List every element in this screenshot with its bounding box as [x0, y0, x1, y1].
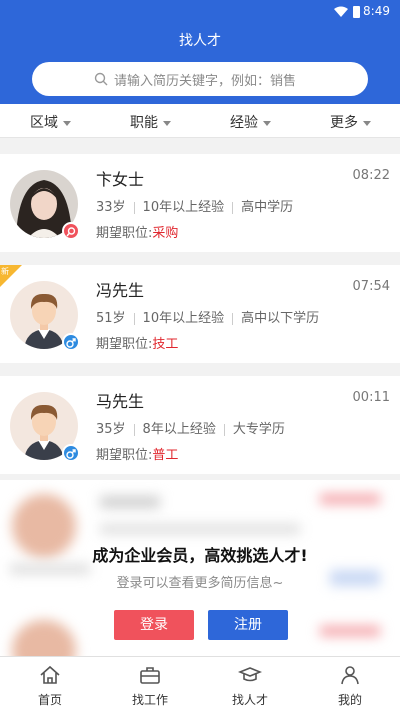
- age: 35岁: [96, 422, 126, 437]
- candidate-name: 卞女士: [96, 170, 145, 189]
- header: 找人才 请输入简历关键字，例如：销售: [0, 24, 400, 104]
- search-icon: [94, 72, 108, 86]
- education: 高中学历: [241, 200, 294, 215]
- chevron-down-icon: [163, 120, 171, 126]
- experience: 8年以上经验: [142, 422, 216, 437]
- filter-label: 区域: [30, 115, 58, 131]
- tab-find-talent[interactable]: 找人才: [200, 657, 300, 710]
- wifi-icon: [334, 6, 348, 17]
- bottom-tab-bar: 首页 找工作 找人才 我的: [0, 656, 400, 710]
- chevron-down-icon: [363, 120, 371, 126]
- battery-icon: [353, 6, 360, 18]
- tab-label: 首页: [37, 693, 62, 707]
- member-cta-title: 成为企业会员，高效挑选人才!: [92, 546, 308, 565]
- user-icon: [341, 666, 359, 685]
- expected-position-value: 采购: [152, 226, 179, 241]
- expected-position-label: 期望职位:: [96, 448, 153, 463]
- expected-position-value: 技工: [152, 337, 179, 352]
- search-placeholder: 请输入简历关键字，例如：销售: [114, 74, 297, 89]
- tab-find-job[interactable]: 找工作: [100, 657, 200, 710]
- expected-position-value: 普工: [152, 448, 179, 463]
- resume-card[interactable]: 新 冯先生 07:54 51岁 10年以上经验 高中以下学历 期望职位:技工: [0, 265, 400, 363]
- filter-function[interactable]: 职能: [130, 112, 171, 132]
- new-tag-label: 新: [1, 267, 9, 276]
- education: 高中以下学历: [241, 311, 320, 326]
- graduation-cap-icon: [237, 667, 263, 682]
- tab-label: 找人才: [231, 693, 268, 707]
- tab-label: 我的: [337, 693, 362, 707]
- chevron-down-icon: [63, 120, 71, 126]
- expected-position: 期望职位:技工: [96, 333, 178, 352]
- update-time: 08:22: [352, 168, 390, 183]
- divider: [232, 312, 234, 325]
- experience: 10年以上经验: [142, 200, 225, 215]
- register-button[interactable]: 注册: [208, 610, 288, 640]
- tab-home[interactable]: 首页: [0, 657, 100, 710]
- home-icon: [40, 665, 60, 684]
- candidate-meta: 35岁 8年以上经验 大专学历: [96, 418, 285, 437]
- page-title: 找人才: [179, 33, 221, 49]
- expected-position-label: 期望职位:: [96, 337, 153, 352]
- expected-position-label: 期望职位:: [96, 226, 153, 241]
- filter-region[interactable]: 区域: [30, 112, 71, 132]
- candidate-name: 马先生: [96, 392, 145, 411]
- status-time: 8:49: [363, 4, 390, 18]
- tab-mine[interactable]: 我的: [300, 657, 400, 710]
- filter-label: 更多: [330, 115, 358, 131]
- resume-card[interactable]: 卞女士 08:22 33岁 10年以上经验 高中学历 期望职位:采购: [0, 154, 400, 252]
- filter-experience[interactable]: 经验: [230, 112, 271, 132]
- briefcase-icon: [140, 667, 160, 684]
- candidate-meta: 33岁 10年以上经验 高中学历: [96, 196, 293, 215]
- search-badge-icon: [62, 222, 80, 240]
- divider: [232, 201, 234, 214]
- update-time: 00:11: [352, 390, 390, 405]
- filter-label: 职能: [130, 115, 158, 131]
- filter-bar: 区域 职能 经验 更多: [0, 104, 400, 138]
- divider: [133, 312, 135, 325]
- age: 51岁: [96, 311, 126, 326]
- expected-position: 期望职位:普工: [96, 444, 178, 463]
- resume-card[interactable]: 马先生 00:11 35岁 8年以上经验 大专学历 期望职位:普工: [0, 376, 400, 474]
- education: 大专学历: [232, 422, 285, 437]
- filter-label: 经验: [230, 115, 258, 131]
- divider: [133, 423, 135, 436]
- status-bar: 8:49: [0, 0, 400, 24]
- update-time: 07:54: [352, 279, 390, 294]
- login-button[interactable]: 登录: [114, 610, 194, 640]
- chevron-down-icon: [263, 120, 271, 126]
- candidate-name: 冯先生: [96, 281, 145, 300]
- expected-position: 期望职位:采购: [96, 222, 178, 241]
- member-cta-subtitle: 登录可以查看更多简历信息~: [116, 576, 284, 591]
- search-input[interactable]: 请输入简历关键字，例如：销售: [32, 62, 368, 96]
- divider: [133, 201, 135, 214]
- divider: [223, 423, 225, 436]
- experience: 10年以上经验: [142, 311, 225, 326]
- age: 33岁: [96, 200, 126, 215]
- filter-more[interactable]: 更多: [330, 112, 371, 132]
- male-icon: [62, 333, 80, 351]
- tab-label: 找工作: [131, 693, 168, 707]
- candidate-meta: 51岁 10年以上经验 高中以下学历: [96, 307, 319, 326]
- locked-resume-list: [0, 480, 400, 660]
- new-tag: 新: [0, 265, 22, 287]
- male-icon: [62, 444, 80, 462]
